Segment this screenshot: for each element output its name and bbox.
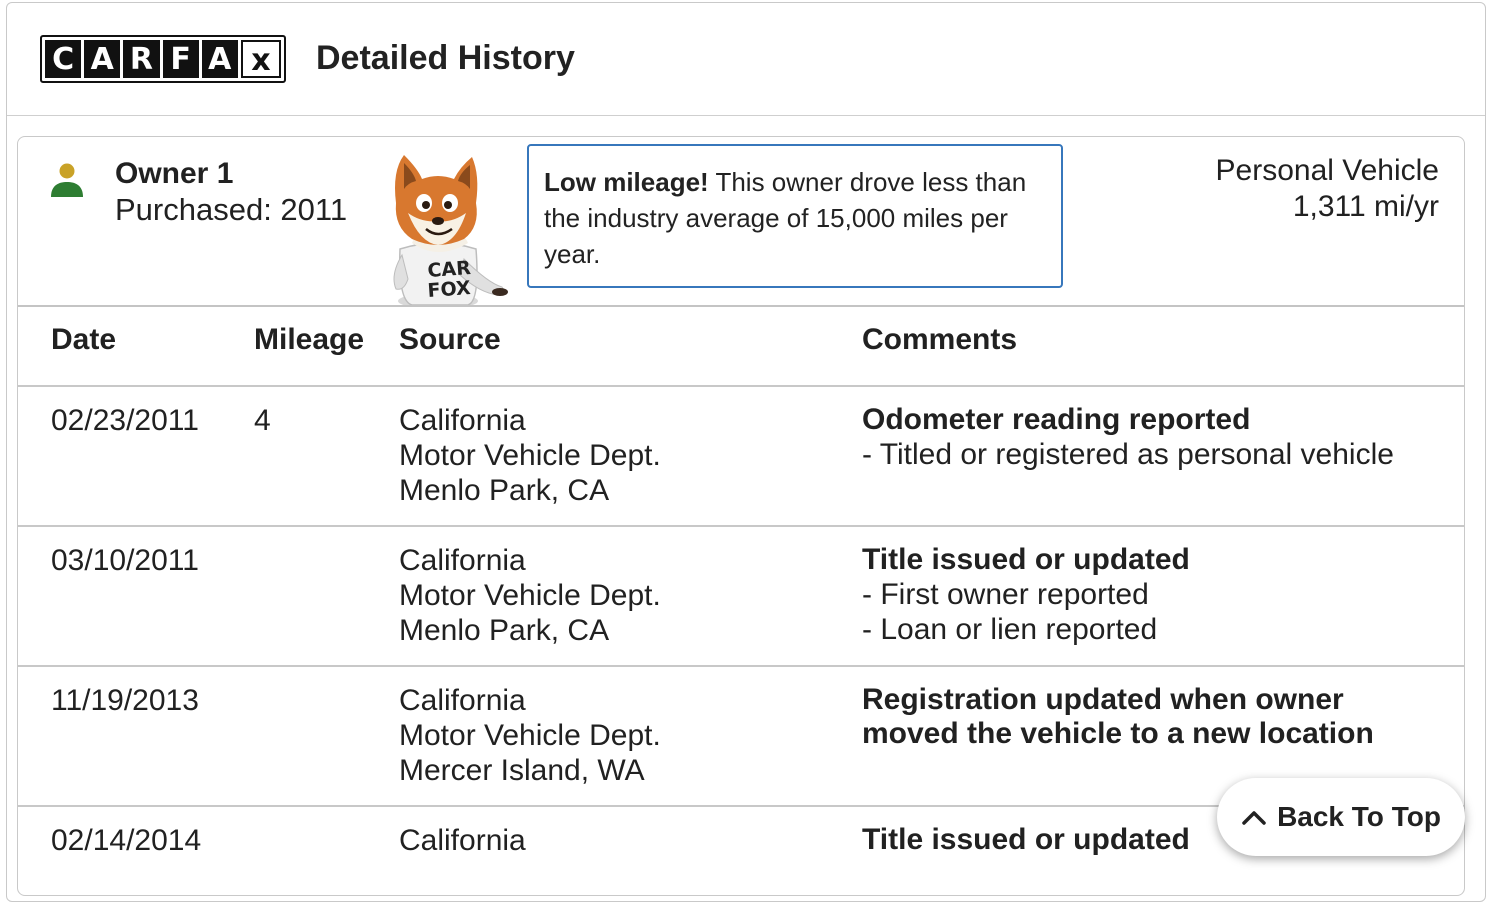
column-header-comments: Comments bbox=[862, 323, 1018, 356]
row-date: 03/10/2011 bbox=[51, 544, 199, 577]
source-line: Menlo Park, CA bbox=[399, 614, 610, 647]
table-row: 02/23/2011 4 California Motor Vehicle De… bbox=[18, 387, 1464, 527]
tip-headline: Low mileage! bbox=[544, 167, 709, 197]
table-row: 03/10/2011 California Motor Vehicle Dept… bbox=[18, 527, 1464, 667]
source-line: Motor Vehicle Dept. bbox=[399, 719, 661, 752]
logo-letter: C bbox=[45, 40, 82, 78]
logo-letter: F bbox=[162, 40, 199, 78]
back-to-top-button[interactable]: Back To Top bbox=[1217, 778, 1465, 856]
carfax-logo: C A R F A x bbox=[40, 35, 286, 83]
source-line: Motor Vehicle Dept. bbox=[399, 579, 661, 612]
logo-letter: R bbox=[123, 40, 160, 78]
source-line: California bbox=[399, 824, 526, 857]
logo-letter: A bbox=[201, 40, 238, 78]
source-line: Menlo Park, CA bbox=[399, 474, 610, 507]
vehicle-usage: Personal Vehicle 1,311 mi/yr bbox=[1216, 153, 1439, 225]
car-fox-mascot-icon: CAR FOX bbox=[393, 155, 508, 305]
table-header-row: Date Mileage Source Comments bbox=[18, 307, 1464, 387]
back-to-top-label: Back To Top bbox=[1277, 801, 1441, 832]
column-header-date: Date bbox=[51, 323, 117, 356]
row-source: California Motor Vehicle Dept. Menlo Par… bbox=[399, 543, 661, 648]
source-line: Motor Vehicle Dept. bbox=[399, 439, 661, 472]
comment-title: Registration updated when owner moved th… bbox=[862, 683, 1374, 750]
mileage-per-year: 1,311 mi/yr bbox=[1292, 190, 1439, 223]
row-date: 02/14/2014 bbox=[51, 824, 202, 857]
row-comments: Registration updated when owner moved th… bbox=[862, 683, 1442, 751]
source-line: California bbox=[399, 404, 526, 437]
low-mileage-callout: Low mileage! This owner drove less than … bbox=[527, 144, 1063, 288]
source-line: California bbox=[399, 544, 526, 577]
comment-title: Odometer reading reported bbox=[862, 403, 1251, 436]
row-source: California Motor Vehicle Dept. Mercer Is… bbox=[399, 683, 661, 788]
row-comments: Odometer reading reported - Titled or re… bbox=[862, 403, 1442, 472]
comment-title: Title issued or updated bbox=[862, 543, 1190, 576]
comment-line: - Titled or registered as personal vehic… bbox=[862, 438, 1394, 471]
comment-line: - Loan or lien reported bbox=[862, 613, 1158, 646]
section-header: C A R F A x Detailed History bbox=[7, 3, 1485, 116]
row-mileage: 4 bbox=[254, 404, 271, 437]
row-comments: Title issued or updated - First owner re… bbox=[862, 543, 1442, 647]
logo-letter: x bbox=[240, 40, 282, 78]
column-header-mileage: Mileage bbox=[254, 323, 365, 356]
source-line: Mercer Island, WA bbox=[399, 754, 645, 787]
owner-summary: Owner 1 Purchased: 2011 CAR FOX Low mile… bbox=[18, 137, 1464, 307]
column-header-source: Source bbox=[399, 323, 501, 356]
person-icon bbox=[51, 163, 83, 197]
row-source: California Motor Vehicle Dept. Menlo Par… bbox=[399, 403, 661, 508]
section-title: Detailed History bbox=[316, 39, 575, 77]
owner-name: Owner 1 bbox=[115, 157, 234, 190]
source-line: California bbox=[399, 684, 526, 717]
row-date: 11/19/2013 bbox=[51, 684, 199, 717]
comment-line: - First owner reported bbox=[862, 578, 1149, 611]
row-date: 02/23/2011 bbox=[51, 404, 199, 437]
logo-letter: A bbox=[84, 40, 121, 78]
row-source: California bbox=[399, 823, 526, 858]
owner-purchased: Purchased: 2011 bbox=[115, 192, 348, 227]
vehicle-type-label: Personal Vehicle bbox=[1215, 154, 1439, 187]
svg-text:FOX: FOX bbox=[427, 277, 472, 302]
chevron-up-icon bbox=[1242, 811, 1266, 825]
